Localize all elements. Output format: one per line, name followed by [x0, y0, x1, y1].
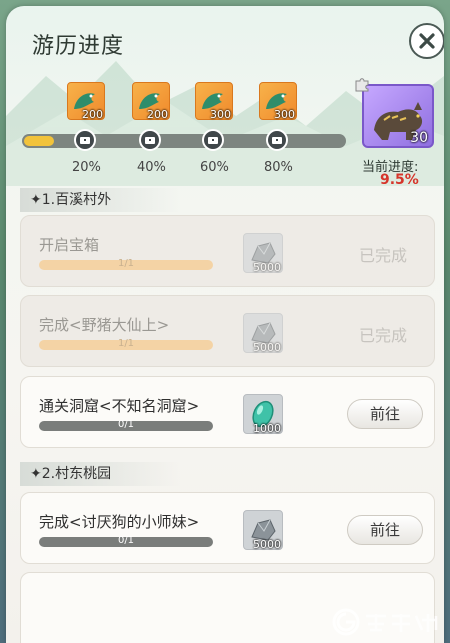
- task-name: 完成<讨厌狗的小师妹>: [39, 513, 200, 531]
- goto-button[interactable]: 前往: [347, 399, 423, 429]
- task-progress-bar: 1/1: [39, 338, 213, 350]
- reward-count: 300: [210, 108, 231, 121]
- silver-ore-reward[interactable]: 5000: [243, 233, 283, 274]
- silver-ore-reward[interactable]: 5000: [243, 313, 283, 354]
- task-progress-text: 1/1: [117, 338, 135, 349]
- travel-progress-panel: 游历进度 200 200 300 300 20% 40% 60% 80% 30 …: [6, 6, 444, 643]
- milestone-reward-1[interactable]: 200: [67, 82, 105, 121]
- task-row: 开启宝箱 1/1 5000 已完成: [20, 215, 435, 287]
- goto-button[interactable]: 前往: [347, 515, 423, 545]
- milestone-reward-2[interactable]: 200: [132, 82, 170, 121]
- reward-count: 200: [147, 108, 168, 121]
- milestone-node-2[interactable]: [139, 129, 161, 151]
- reward-count: 300: [274, 108, 295, 121]
- reward-amount: 5000: [253, 261, 281, 274]
- task-progress-bar: 1/1: [39, 258, 213, 270]
- chest-icon: [208, 137, 218, 144]
- task-progress-bar: 0/1: [39, 419, 213, 431]
- milestone-reward-3[interactable]: 300: [195, 82, 233, 121]
- section-title: 2.村东桃园: [41, 466, 112, 482]
- chest-icon: [145, 137, 155, 144]
- task-name: 通关洞窟<不知名洞窟>: [39, 397, 200, 415]
- milestone-node-3[interactable]: [202, 129, 224, 151]
- milestone-node-4[interactable]: [266, 129, 288, 151]
- task-progress-text: 0/1: [117, 419, 135, 430]
- task-row: 通关洞窟<不知名洞窟> 0/1 1000 前往: [20, 376, 435, 448]
- task-progress-bar: 0/1: [39, 535, 213, 547]
- chest-icon: [272, 137, 282, 144]
- puzzle-piece-icon: [355, 78, 369, 92]
- final-reward-pet[interactable]: 30: [362, 84, 434, 148]
- page-title: 游历进度: [32, 34, 125, 59]
- diamond-bullet-icon: ✦: [30, 466, 42, 482]
- watermark-logo: [332, 608, 438, 636]
- task-progress-text: 0/1: [117, 535, 135, 546]
- task-status: 已完成: [359, 246, 408, 265]
- task-name: 开启宝箱: [39, 236, 100, 254]
- task-row: 完成<讨厌狗的小师妹> 0/1 5000 前往: [20, 492, 435, 564]
- jade-reward[interactable]: 1000: [243, 394, 283, 435]
- milestone-reward-4[interactable]: 300: [259, 82, 297, 121]
- milestone-label: 20%: [72, 160, 101, 175]
- section-header: ✦1.百溪村外: [20, 188, 180, 212]
- current-progress-value: 9.5%: [380, 172, 419, 188]
- reward-amount: 1000: [253, 422, 281, 435]
- task-progress-text: 1/1: [117, 258, 135, 269]
- milestone-label: 40%: [137, 160, 166, 175]
- milestone-label: 60%: [200, 160, 229, 175]
- section-header: ✦2.村东桃园: [20, 462, 180, 486]
- reward-amount: 5000: [253, 341, 281, 354]
- progress-bar: [22, 134, 346, 148]
- progress-fill: [24, 136, 54, 146]
- close-icon: [419, 33, 435, 49]
- diamond-bullet-icon: ✦: [30, 192, 42, 208]
- reward-count: 200: [82, 108, 103, 121]
- section-title: 1.百溪村外: [41, 192, 112, 208]
- reward-amount: 5000: [253, 538, 281, 551]
- task-row: 完成<野猪大仙上> 1/1 5000 已完成: [20, 295, 435, 367]
- chest-icon: [80, 137, 90, 144]
- close-button[interactable]: [409, 23, 444, 59]
- task-status: 已完成: [359, 326, 408, 345]
- pet-level: 30: [410, 130, 428, 146]
- silver-ore-reward[interactable]: 5000: [243, 510, 283, 551]
- task-name: 完成<野猪大仙上>: [39, 316, 170, 334]
- milestone-node-1[interactable]: [74, 129, 96, 151]
- milestone-label: 80%: [264, 160, 293, 175]
